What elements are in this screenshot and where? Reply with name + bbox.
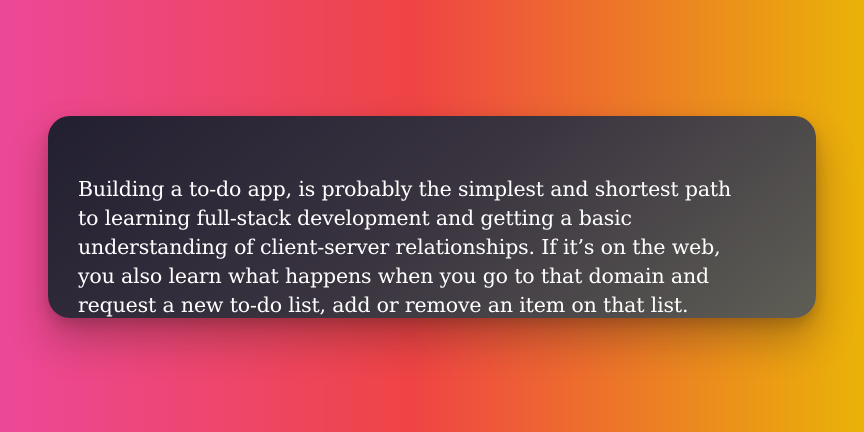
quote-line: request a new to-do list, add or remove … (78, 293, 689, 317)
quote-card: Building a to-do app, is probably the si… (48, 116, 816, 318)
quote-text: Building a to-do app, is probably the si… (78, 146, 786, 320)
quote-line: understanding of client-server relations… (78, 235, 721, 259)
quote-line: you also learn what happens when you go … (78, 264, 709, 288)
quote-line: to learning full-stack development and g… (78, 206, 632, 230)
quote-line: Building a to-do app, is probably the si… (78, 177, 732, 201)
